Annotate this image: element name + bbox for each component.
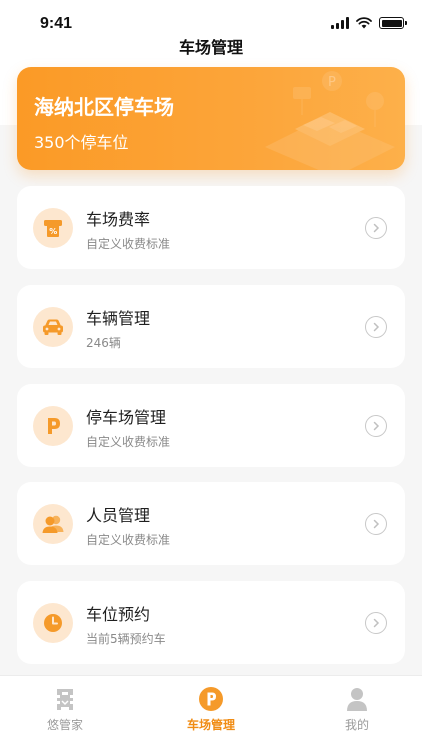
menu-item-title: 车场费率 [86, 210, 151, 229]
menu-item-subtitle: 自定义收费标准 [86, 533, 171, 547]
chevron-right-icon [365, 612, 387, 634]
menu-item-subtitle: 自定义收费标准 [86, 435, 171, 449]
car-icon [33, 307, 73, 347]
menu-item-title: 车位预约 [86, 605, 151, 624]
status-icons [331, 17, 407, 29]
status-time: 9:41 [40, 15, 73, 32]
tab-profile[interactable]: 我的 [287, 676, 422, 750]
menu-item-subtitle: 246辆 [86, 336, 121, 350]
menu-item-vehicle-management[interactable]: 车辆管理 246辆 [17, 285, 405, 368]
parking-icon [33, 406, 73, 446]
parking-space-count: 350个停车位 [34, 133, 129, 152]
tab-butler[interactable]: 悠管家 [0, 676, 135, 750]
chevron-right-icon [365, 316, 387, 338]
menu-item-title: 人员管理 [86, 506, 151, 525]
wifi-icon [356, 17, 372, 29]
chevron-right-icon [365, 217, 387, 239]
parking-lot-name: 海纳北区停车场 [34, 95, 174, 119]
tab-label: 悠管家 [46, 718, 83, 732]
menu-item-subtitle: 当前5辆预约车 [86, 632, 166, 646]
tab-parking-management[interactable]: 车场管理 [141, 676, 281, 750]
parking-lot-banner[interactable]: P 海纳北区停车场 350个停车位 [17, 67, 405, 170]
butler-icon [57, 689, 73, 710]
parking-illustration-icon: P [265, 71, 395, 170]
tab-label: 车场管理 [186, 718, 235, 732]
svg-text:%: % [49, 227, 57, 236]
tab-bar: 悠管家 车场管理 我的 [0, 676, 422, 750]
menu-item-title: 车辆管理 [86, 309, 151, 328]
fee-rate-icon: % [33, 208, 73, 248]
battery-icon [379, 17, 407, 29]
svg-text:P: P [328, 75, 336, 90]
tab-label: 我的 [344, 718, 369, 732]
people-icon [33, 504, 73, 544]
page-title: 车场管理 [178, 38, 243, 57]
user-icon [347, 688, 367, 711]
chevron-right-icon [365, 513, 387, 535]
menu-item-fee-rate[interactable]: % 车场费率 自定义收费标准 [17, 186, 405, 269]
clock-icon [33, 603, 73, 643]
menu-item-parking-management[interactable]: 停车场管理 自定义收费标准 [17, 384, 405, 467]
menu-item-title: 停车场管理 [86, 408, 167, 427]
signal-icon [331, 17, 349, 29]
menu-item-subtitle: 自定义收费标准 [86, 237, 171, 251]
chevron-right-icon [365, 415, 387, 437]
menu-item-staff-management[interactable]: 人员管理 自定义收费标准 [17, 482, 405, 565]
parking-tab-icon [199, 687, 223, 711]
menu-item-space-reservation[interactable]: 车位预约 当前5辆预约车 [17, 581, 405, 664]
